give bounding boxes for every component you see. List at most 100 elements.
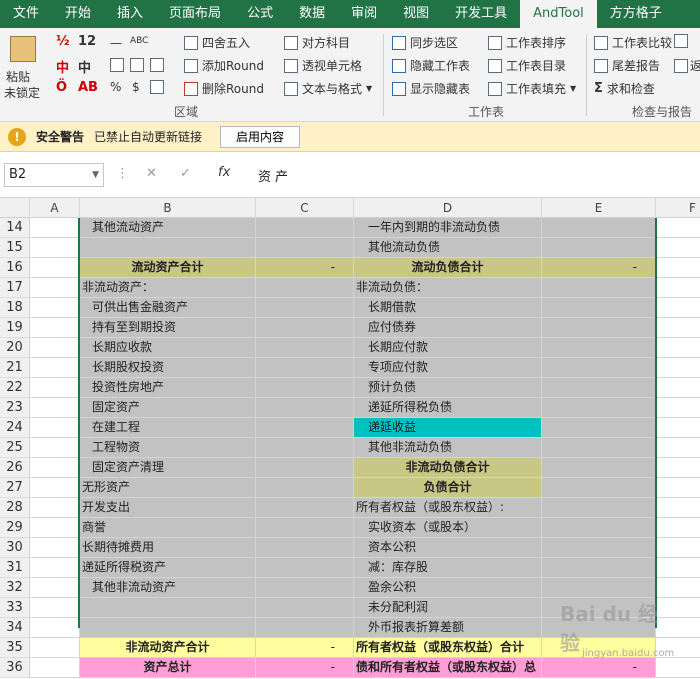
cell-f[interactable] (656, 278, 700, 298)
chevron-down-icon[interactable]: ▼ (92, 164, 99, 186)
cell-b[interactable]: 无形资产 (80, 478, 256, 498)
delete-round-button[interactable]: 删除Round (184, 80, 264, 97)
row-header[interactable]: 33 (0, 598, 30, 618)
add-round-button[interactable]: 添加Round (184, 57, 264, 74)
cell-d[interactable]: 其他流动负债 (354, 238, 542, 258)
cell-b[interactable]: 长期股权投资 (80, 358, 256, 378)
cell-e[interactable] (542, 278, 656, 298)
cell-a[interactable] (30, 378, 80, 398)
cell-a[interactable] (30, 618, 80, 638)
cell-f[interactable] (656, 238, 700, 258)
cell-c[interactable] (256, 458, 354, 478)
cell-b[interactable]: 资产总计 (80, 658, 256, 678)
cell-b[interactable]: 持有至到期投资 (80, 318, 256, 338)
cell-f[interactable] (656, 418, 700, 438)
row-header[interactable]: 26 (0, 458, 30, 478)
cell-b[interactable]: 非流动资产： (80, 278, 256, 298)
row-header[interactable]: 36 (0, 658, 30, 678)
cell-d[interactable]: 减：库存股 (354, 558, 542, 578)
cell-c[interactable] (256, 298, 354, 318)
return-button[interactable]: 返 (674, 57, 700, 74)
cell-b[interactable]: 投资性房地产 (80, 378, 256, 398)
cell-a[interactable] (30, 458, 80, 478)
format-12-icon[interactable]: ½ (56, 34, 69, 49)
cell-a[interactable] (30, 218, 80, 238)
sheet-sort-button[interactable]: 工作表排序 (488, 34, 566, 51)
cell-f[interactable] (656, 298, 700, 318)
cell-f[interactable] (656, 478, 700, 498)
cell-c[interactable]: - (256, 638, 354, 658)
zhong-red-icon[interactable]: 中 (56, 57, 69, 76)
cell-c[interactable]: - (256, 658, 354, 678)
cell-b[interactable]: 工程物资 (80, 438, 256, 458)
row-header[interactable]: 21 (0, 358, 30, 378)
confirm-icon[interactable]: ✓ (180, 166, 191, 181)
row-header[interactable]: 14 (0, 218, 30, 238)
cell-b[interactable]: 在建工程 (80, 418, 256, 438)
cell-f[interactable] (656, 398, 700, 418)
row-header[interactable]: 28 (0, 498, 30, 518)
row-header[interactable]: 24 (0, 418, 30, 438)
tab-home[interactable]: 开始 (52, 0, 104, 28)
text-format-button[interactable]: 文本与格式 ▼ (284, 80, 372, 97)
cell-e[interactable] (542, 418, 656, 438)
column-header-b[interactable]: B (80, 198, 256, 218)
tab-formulas[interactable]: 公式 (234, 0, 286, 28)
grid-icon-2[interactable] (130, 58, 148, 72)
cell-f[interactable] (656, 558, 700, 578)
sheet-fill-button[interactable]: 工作表填充 ▼ (488, 80, 576, 97)
cell-b[interactable]: 商誉 (80, 518, 256, 538)
cell-a[interactable] (30, 278, 80, 298)
cell-b[interactable]: 长期应收款 (80, 338, 256, 358)
num-12-button[interactable]: 12 (78, 34, 96, 49)
cell-f[interactable] (656, 338, 700, 358)
cell-d[interactable]: 实收资本（或股本） (354, 518, 542, 538)
cell-c[interactable] (256, 318, 354, 338)
cell-e[interactable] (542, 398, 656, 418)
cell-a[interactable] (30, 398, 80, 418)
cell-f[interactable] (656, 498, 700, 518)
cell-c[interactable] (256, 378, 354, 398)
cell-e[interactable] (542, 298, 656, 318)
cell-e[interactable] (542, 498, 656, 518)
fx-icon[interactable]: fx (218, 165, 230, 180)
cell-c[interactable] (256, 558, 354, 578)
cell-b[interactable] (80, 618, 256, 638)
cell-a[interactable] (30, 558, 80, 578)
cell-d[interactable]: 负债合计 (354, 478, 542, 498)
cell-e[interactable]: - (542, 258, 656, 278)
cell-d[interactable]: 长期应付款 (354, 338, 542, 358)
row-header[interactable]: 18 (0, 298, 30, 318)
row-header[interactable]: 29 (0, 518, 30, 538)
cell-c[interactable] (256, 338, 354, 358)
cell-c[interactable] (256, 578, 354, 598)
grid-icon-3[interactable] (150, 58, 168, 72)
cell-f[interactable] (656, 218, 700, 238)
sum-check-button[interactable]: Σ 求和检查 (594, 80, 655, 97)
cell-e[interactable] (542, 558, 656, 578)
hide-sheet-button[interactable]: 隐藏工作表 (392, 57, 470, 74)
ab-button[interactable]: AB (78, 80, 98, 95)
grid-icon-1[interactable] (110, 58, 128, 72)
cell-b[interactable]: 其他流动资产 (80, 218, 256, 238)
cell-c[interactable] (256, 238, 354, 258)
cell-b[interactable]: 固定资产清理 (80, 458, 256, 478)
tab-insert[interactable]: 插入 (104, 0, 156, 28)
cell-d[interactable]: 专项应付款 (354, 358, 542, 378)
cell-e[interactable] (542, 238, 656, 258)
cell-c[interactable] (256, 218, 354, 238)
cell-d[interactable]: 长期借款 (354, 298, 542, 318)
cell-a[interactable] (30, 538, 80, 558)
row-header[interactable]: 31 (0, 558, 30, 578)
show-hidden-button[interactable]: 显示隐藏表 (392, 80, 470, 97)
cell-d[interactable]: 应付债券 (354, 318, 542, 338)
cell-e[interactable] (542, 518, 656, 538)
cell-d[interactable]: 所有者权益（或股东权益）合计 (354, 638, 542, 658)
cell-b[interactable]: 开发支出 (80, 498, 256, 518)
tab-developer[interactable]: 开发工具 (442, 0, 520, 28)
cell-e[interactable] (542, 438, 656, 458)
cell-d[interactable]: 流动负债合计 (354, 258, 542, 278)
row-header[interactable]: 25 (0, 438, 30, 458)
tab-page-layout[interactable]: 页面布局 (156, 0, 234, 28)
compare-account-button[interactable]: 对方科目 (284, 34, 350, 51)
